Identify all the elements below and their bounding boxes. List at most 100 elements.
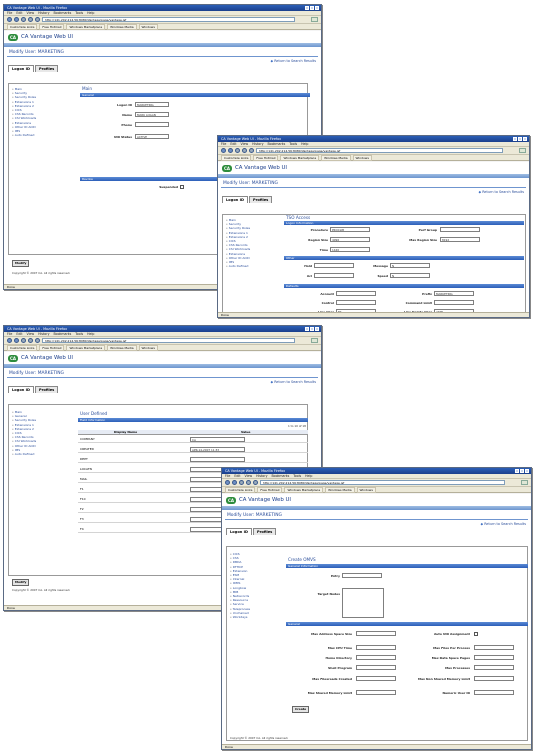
- bookmark-link[interactable]: Free Hotmail: [39, 24, 65, 30]
- nav-link[interactable]: Workdays: [230, 615, 278, 619]
- maximize-icon[interactable]: [310, 327, 314, 331]
- address-bar[interactable]: http://141.202.214.56:8080/Vantage/page/…: [42, 17, 295, 22]
- create-button[interactable]: Create: [292, 706, 310, 713]
- field-input[interactable]: 4096: [330, 237, 370, 242]
- bookmark-link[interactable]: Windows Media: [107, 345, 137, 351]
- stop-icon[interactable]: [28, 17, 33, 22]
- field-input[interactable]: [342, 573, 382, 578]
- menu-item[interactable]: Tools: [75, 11, 83, 15]
- field-input[interactable]: PROCLIB: [330, 227, 370, 232]
- bookmark-link[interactable]: Windows Media: [325, 487, 355, 493]
- maximize-icon[interactable]: [518, 137, 522, 141]
- reload-icon[interactable]: [235, 148, 240, 153]
- field-input[interactable]: [135, 122, 169, 127]
- menu-item[interactable]: File: [7, 332, 12, 336]
- field-input[interactable]: [440, 227, 480, 232]
- minimize-icon[interactable]: [305, 6, 309, 10]
- field-input[interactable]: APR-14-2007 11:33: [190, 447, 245, 452]
- field-input[interactable]: [336, 300, 376, 305]
- nav-link[interactable]: Auto Defined: [12, 452, 62, 456]
- stop-icon[interactable]: [246, 480, 251, 485]
- forward-icon[interactable]: [228, 148, 233, 153]
- nav-link[interactable]: Auto Defined: [12, 133, 62, 137]
- back-icon[interactable]: [7, 338, 12, 343]
- reload-icon[interactable]: [239, 480, 244, 485]
- menu-item[interactable]: History: [252, 142, 263, 146]
- bookmark-link[interactable]: Free Hotmail: [253, 155, 279, 161]
- back-icon[interactable]: [7, 17, 12, 22]
- menu-item[interactable]: Tools: [289, 142, 297, 146]
- close-icon[interactable]: [523, 137, 527, 141]
- menu-item[interactable]: History: [38, 332, 49, 336]
- auto-uid-checkbox[interactable]: [474, 632, 478, 636]
- menu-item[interactable]: Tools: [293, 474, 301, 478]
- return-to-search-link[interactable]: Return to Search Results: [4, 378, 321, 386]
- return-to-search-link[interactable]: Return to Search Results: [4, 57, 321, 65]
- field-input[interactable]: [336, 291, 376, 296]
- field-input[interactable]: CA: [190, 437, 245, 442]
- bookmark-link[interactable]: Windows Marketplace: [284, 487, 324, 493]
- return-to-search-link[interactable]: Return to Search Results: [218, 188, 529, 196]
- bookmark-link[interactable]: Windows: [356, 487, 376, 493]
- close-icon[interactable]: [315, 6, 319, 10]
- suspended-checkbox[interactable]: [180, 185, 184, 189]
- field-input[interactable]: MARKETING: [434, 291, 474, 296]
- home-icon[interactable]: [249, 148, 254, 153]
- field-input[interactable]: [434, 300, 474, 305]
- bookmark-link[interactable]: Customize Links: [7, 24, 38, 30]
- home-icon[interactable]: [35, 338, 40, 343]
- nav-link[interactable]: Auto Defined: [226, 264, 278, 268]
- field-input[interactable]: [190, 457, 245, 462]
- modify-button[interactable]: Modify: [12, 579, 30, 586]
- menu-item[interactable]: Bookmarks: [267, 142, 285, 146]
- bookmark-link[interactable]: Customize Links: [7, 345, 38, 351]
- bookmark-link[interactable]: Customize Links: [225, 487, 256, 493]
- reload-icon[interactable]: [21, 338, 26, 343]
- tab-logon-id[interactable]: Logon ID: [226, 528, 252, 535]
- forward-icon[interactable]: [14, 17, 19, 22]
- menu-item[interactable]: Bookmarks: [53, 332, 71, 336]
- menu-item[interactable]: View: [245, 474, 253, 478]
- field-input[interactable]: MARK LOGAN: [135, 112, 169, 117]
- bookmark-link[interactable]: Windows Media: [321, 155, 351, 161]
- tab-logon-id[interactable]: Logon ID: [8, 65, 34, 72]
- menu-item[interactable]: View: [27, 332, 35, 336]
- field-input[interactable]: [356, 665, 396, 670]
- field-input[interactable]: [356, 655, 396, 660]
- menu-item[interactable]: View: [241, 142, 249, 146]
- field-input[interactable]: MARKETING: [135, 102, 169, 107]
- menu-item[interactable]: File: [221, 142, 226, 146]
- minimize-icon[interactable]: [515, 469, 519, 473]
- menu-item[interactable]: Bookmarks: [271, 474, 289, 478]
- maximize-icon[interactable]: [520, 469, 524, 473]
- bookmark-link[interactable]: Windows Media: [107, 24, 137, 30]
- menu-item[interactable]: Edit: [230, 142, 236, 146]
- reload-icon[interactable]: [21, 17, 26, 22]
- tab-logon-id[interactable]: Logon ID: [222, 196, 248, 203]
- menu-item[interactable]: Help: [305, 474, 312, 478]
- bookmark-link[interactable]: Windows: [138, 345, 158, 351]
- bookmark-link[interactable]: Free Hotmail: [257, 487, 283, 493]
- home-icon[interactable]: [35, 17, 40, 22]
- bookmark-link[interactable]: Free Hotmail: [39, 345, 65, 351]
- tab-logon-id[interactable]: Logon ID: [8, 386, 34, 393]
- menu-item[interactable]: File: [7, 11, 12, 15]
- bookmark-link[interactable]: Windows: [138, 24, 158, 30]
- field-input[interactable]: [474, 665, 514, 670]
- close-icon[interactable]: [315, 327, 319, 331]
- field-input[interactable]: ACTIVE: [135, 134, 169, 139]
- address-bar[interactable]: http://141.202.214.56:8080/Vantage/page/…: [42, 338, 295, 343]
- address-bar[interactable]: http://141.202.214.56:8080/Vantage/page/…: [256, 148, 503, 153]
- field-input[interactable]: [474, 690, 514, 695]
- go-icon[interactable]: [311, 17, 318, 22]
- bookmark-link[interactable]: Windows Marketplace: [280, 155, 320, 161]
- field-input[interactable]: [356, 676, 396, 681]
- menu-item[interactable]: View: [27, 11, 35, 15]
- bookmark-link[interactable]: Customize Links: [221, 155, 252, 161]
- menu-item[interactable]: History: [38, 11, 49, 15]
- go-icon[interactable]: [519, 148, 526, 153]
- tab-profiles[interactable]: Profiles: [34, 65, 59, 72]
- field-input[interactable]: 1440: [330, 247, 370, 252]
- target-nodes-textarea[interactable]: [342, 588, 384, 618]
- minimize-icon[interactable]: [513, 137, 517, 141]
